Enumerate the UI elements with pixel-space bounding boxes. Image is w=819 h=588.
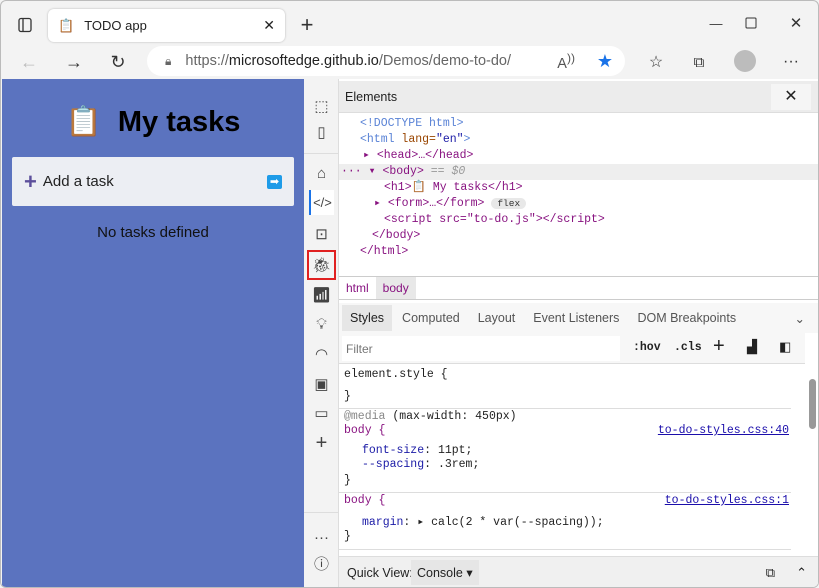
page-title-text: My tasks (117, 106, 241, 138)
panel-title: Elements (345, 90, 398, 104)
close-tab-icon[interactable]: ✕ (263, 17, 275, 34)
empty-state: No tasks defined (97, 224, 209, 241)
tab-dom-breakpoints[interactable]: DOM Breakpoints (629, 305, 744, 331)
quick-view-bar: Quick View: Console ▾ ⧉ ⌃ (339, 556, 818, 587)
page-title: 📋 My tasks (2, 105, 304, 139)
rule-close: } (344, 474, 351, 487)
performance-gauge-icon[interactable]: ◠ (309, 341, 334, 366)
css-declaration[interactable]: --spacing: .3rem; (362, 457, 805, 473)
styles-filter-input[interactable] (342, 336, 620, 361)
tab-styles[interactable]: Styles (342, 305, 393, 331)
dom-node-selected[interactable]: ··· ▾ <body> == $0 (339, 164, 818, 180)
clipboard-icon: 📋 (58, 17, 75, 33)
profile-avatar[interactable] (734, 50, 756, 72)
cls-button[interactable]: .cls (674, 341, 702, 354)
lock-icon: 🔒︎ (165, 53, 172, 68)
dom-tree: <!DOCTYPE html> <html lang="en"> ▸ <head… (339, 116, 818, 276)
chevron-up-icon[interactable]: ⌃ (796, 565, 807, 581)
scrollbar[interactable] (809, 365, 816, 555)
minimize-icon[interactable]: — (701, 11, 731, 35)
rule-close: } (344, 390, 351, 403)
dom-node[interactable]: </html> (339, 244, 818, 260)
issues-bug-icon[interactable]: 🐞︎ (307, 250, 336, 280)
rule-selector: element.style { (344, 368, 448, 381)
source-link[interactable]: to-do-styles.css:1 (665, 493, 789, 509)
more-menu-icon[interactable]: ··· (779, 50, 803, 74)
help-icon[interactable]: ⓘ (309, 551, 334, 576)
rule-close: } (344, 530, 351, 543)
refresh-icon[interactable]: ↻ (106, 50, 130, 74)
add-task-placeholder: Add a task (42, 173, 114, 190)
performance-bulb-icon[interactable]: 💡︎ (309, 312, 334, 337)
welcome-home-icon[interactable]: ⌂ (309, 161, 334, 186)
maximize-icon[interactable] (736, 11, 766, 35)
dock-icon[interactable]: ⧉ (766, 565, 775, 581)
back-icon[interactable]: ← (17, 50, 41, 74)
address-bar[interactable]: 🔒︎ https://microsoftedge.github.io/Demos… (147, 46, 625, 76)
url-host: microsoftedge.github.io (228, 53, 379, 69)
more-tools-plus-icon[interactable]: + (309, 431, 334, 456)
breadcrumb-html[interactable]: html (339, 277, 376, 299)
favorites-icon[interactable]: ☆ (644, 50, 668, 74)
tab-event-listeners[interactable]: Event Listeners (525, 305, 627, 331)
paint-brush-icon[interactable]: ▟ (747, 339, 757, 355)
media-query: (max-width: 450px) (385, 410, 517, 423)
clipboard-icon: 📋 (65, 106, 102, 138)
breadcrumb-body[interactable]: body (375, 277, 416, 299)
network-wifi-icon[interactable]: 📶︎ (309, 282, 334, 307)
dom-node[interactable]: <!DOCTYPE html> (339, 116, 818, 132)
tab-computed[interactable]: Computed (394, 305, 468, 331)
new-style-rule-icon[interactable]: + (713, 335, 725, 358)
tab-layout[interactable]: Layout (470, 305, 524, 331)
elements-tool-icon[interactable]: </> (309, 190, 334, 215)
breadcrumb: html body (339, 276, 818, 300)
styles-tabs: Styles Computed Layout Event Listeners D… (339, 303, 818, 333)
dom-node[interactable]: ▸ <form>…</form> flex (339, 196, 818, 212)
devtools-panel: Elements ✕ <!DOCTYPE html> <html lang="e… (339, 79, 818, 587)
url-path: /Demos/demo-to-do/ (378, 53, 512, 69)
read-aloud-icon[interactable]: A)) (557, 51, 575, 72)
chevron-down-icon[interactable]: ⌄ (787, 305, 813, 332)
hov-button[interactable]: :hov (633, 341, 661, 354)
console-icon[interactable]: ⊡ (309, 221, 334, 246)
close-devtools-icon[interactable]: ✕ (771, 84, 811, 110)
collections-icon[interactable]: ⧉ (687, 50, 711, 74)
dom-node[interactable]: ▸ <head>…</head> (339, 148, 818, 164)
quick-view-select[interactable]: Console ▾ (411, 560, 479, 585)
sidebar-toggle-icon[interactable] (15, 15, 35, 35)
quick-view-label: Quick View: (347, 566, 413, 580)
todo-page: 📋 My tasks + Add a task ➡ No tasks defin… (2, 79, 304, 587)
application-window-icon[interactable]: ▭ (309, 400, 334, 425)
memory-chip-icon[interactable]: ▣ (309, 371, 334, 396)
browser-window: 📋 TODO app ✕ + — ✕ ← → ↻ 🔒︎ https://micr… (0, 0, 819, 588)
device-emulation-icon[interactable]: ▯ (309, 119, 334, 144)
dom-node[interactable]: <h1>📋 My tasks</h1> (339, 180, 818, 196)
inspect-icon[interactable]: ⬚ (309, 93, 334, 118)
dom-node[interactable]: <script src="to-do.js"></script> (339, 212, 818, 228)
add-task-input[interactable]: + Add a task ➡ (12, 157, 294, 206)
media-keyword: @media (344, 410, 386, 423)
styles-pane: element.style { } @media (max-width: 450… (339, 365, 805, 555)
more-options-icon[interactable]: ··· (309, 525, 334, 550)
dom-node[interactable]: <html lang="en"> (339, 132, 818, 148)
plus-icon: + (24, 168, 37, 194)
new-tab-icon[interactable]: + (295, 12, 319, 37)
tab-title: TODO app (84, 18, 147, 33)
devtools-activity-bar: ⬚ ▯ ⌂ </> ⊡ 🐞︎ 📶︎ 💡︎ ◠ ▣ ▭ + ··· ⓘ (304, 79, 339, 587)
source-link[interactable]: to-do-styles.css:40 (658, 423, 789, 439)
dom-node[interactable]: </body> (339, 228, 818, 244)
forward-icon[interactable]: → (62, 50, 86, 74)
submit-arrow-icon[interactable]: ➡ (267, 174, 282, 189)
close-window-icon[interactable]: ✕ (781, 11, 811, 35)
flex-badge[interactable]: flex (491, 198, 527, 209)
quick-view-value: Console (417, 566, 463, 580)
browser-tab[interactable]: 📋 TODO app ✕ (48, 9, 285, 42)
url-prefix: https:// (185, 53, 229, 69)
favorite-star-icon[interactable]: ★ (597, 51, 613, 72)
toggle-sidebar-icon[interactable]: ◧ (779, 339, 791, 355)
